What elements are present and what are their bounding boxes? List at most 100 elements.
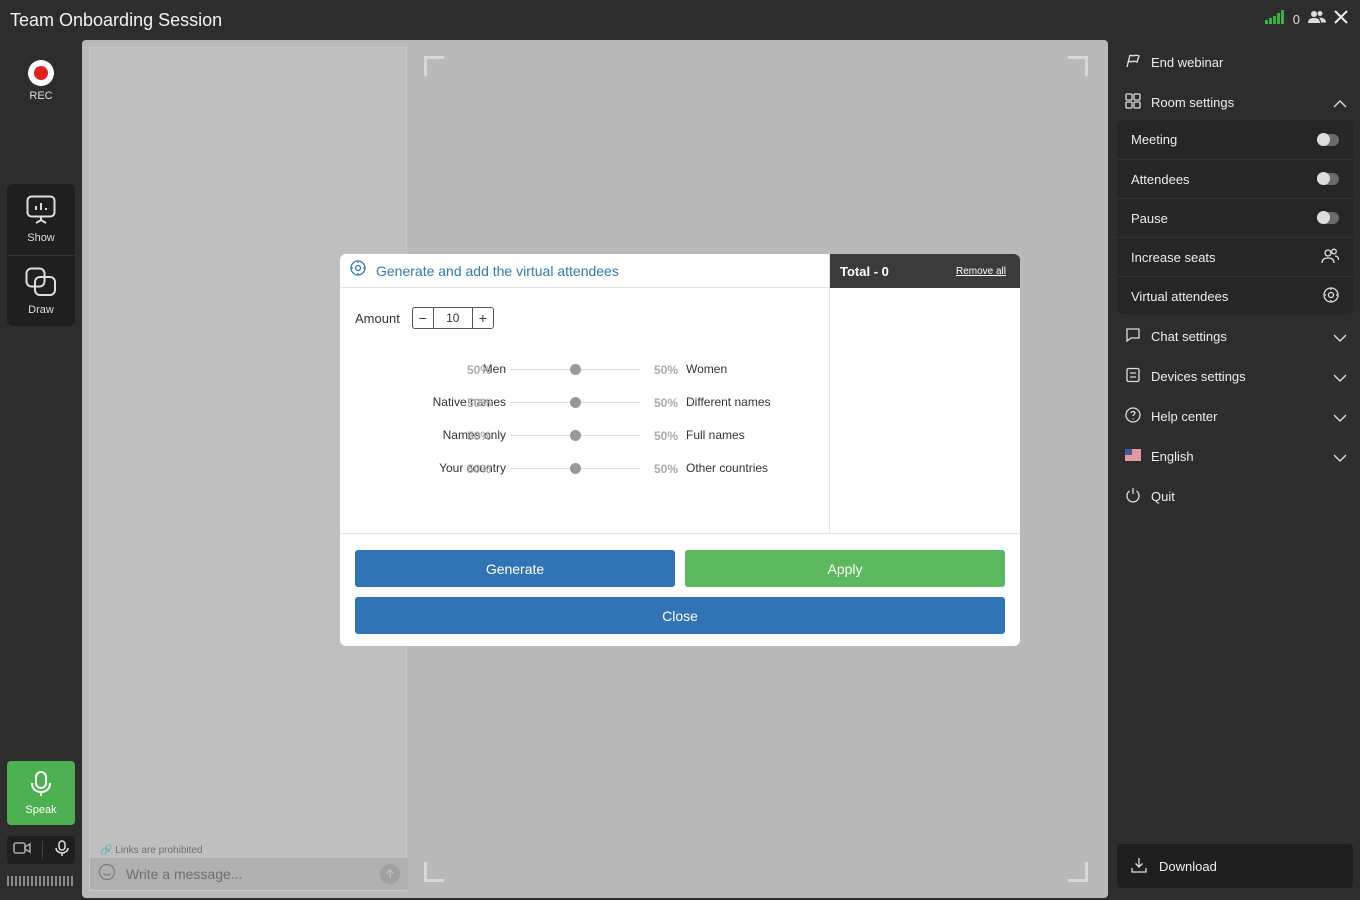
presentation-icon: [26, 195, 56, 228]
speak-button[interactable]: Speak: [7, 761, 75, 825]
ratio-right-percent: 50%: [654, 429, 679, 443]
ratio-right-label: Different names: [686, 395, 771, 409]
chevron-down-icon: [1333, 370, 1347, 385]
devices-icon: [1125, 367, 1141, 386]
dialog-title: Generate and add the virtual attendees: [376, 262, 619, 279]
chevron-down-icon: [1333, 450, 1347, 465]
ratio-right-label: Other countries: [686, 461, 769, 475]
frame-corner: [424, 56, 444, 76]
close-icon[interactable]: [1334, 10, 1348, 29]
record-label: REC: [29, 90, 53, 102]
apply-button[interactable]: Apply: [685, 550, 1005, 587]
download-button[interactable]: Download: [1117, 844, 1353, 888]
record-button[interactable]: REC: [24, 60, 58, 102]
amount-value[interactable]: 10: [432, 308, 473, 328]
draw-icon: [25, 267, 57, 300]
increase-seats-button[interactable]: Increase seats: [1117, 237, 1353, 276]
frame-corner: [1068, 56, 1088, 76]
help-icon: [1125, 406, 1141, 426]
message-input[interactable]: [126, 866, 370, 882]
help-center-toggle[interactable]: Help center: [1117, 396, 1353, 436]
pause-setting: Pause: [1117, 198, 1353, 237]
participants-icon[interactable]: [1308, 10, 1326, 29]
top-bar: Team Onboarding Session 0: [0, 0, 1360, 40]
ratio-slider[interactable]: [510, 463, 640, 474]
arrow-up-icon: [385, 869, 395, 878]
attendees-setting: Attendees: [1117, 159, 1353, 198]
ratio-row: Native names 50% 50% Different names: [340, 392, 830, 412]
ratio-right-percent: 50%: [654, 396, 679, 410]
message-bar: [90, 858, 408, 890]
chat-settings-toggle[interactable]: Chat settings: [1117, 316, 1353, 356]
dialog-header: Generate and add the virtual attendees: [340, 254, 829, 288]
virtual-attendees-button[interactable]: Virtual attendees: [1117, 276, 1353, 315]
generate-button[interactable]: Generate: [355, 550, 675, 587]
link-icon: 🔗: [100, 845, 113, 856]
pause-toggle[interactable]: [1317, 211, 1339, 224]
slider-thumb[interactable]: [569, 430, 581, 441]
flag-icon: [1125, 53, 1141, 71]
ratio-right-percent: 50%: [654, 462, 679, 476]
camera-icon[interactable]: [13, 841, 31, 860]
ratio-left-percent: 50%: [467, 396, 492, 410]
microphone-icon: [30, 770, 52, 800]
chat-icon: [1125, 327, 1141, 346]
send-button[interactable]: [380, 864, 400, 884]
ratio-right-percent: 50%: [654, 363, 679, 377]
devices-settings-toggle[interactable]: Devices settings: [1117, 356, 1353, 396]
ratio-row: Your country 50% 50% Other countries: [340, 458, 830, 478]
ratio-right-label: Women: [686, 362, 728, 376]
remove-all-link[interactable]: Remove all: [956, 266, 1006, 277]
download-icon: [1131, 857, 1147, 876]
frame-corner: [424, 862, 444, 882]
dialog-footer: Generate Apply Close: [340, 533, 1020, 646]
slider-thumb[interactable]: [569, 397, 581, 408]
quit-button[interactable]: Quit: [1117, 476, 1353, 516]
virtual-attendees-dialog: Generate and add the virtual attendees A…: [340, 254, 1020, 646]
chevron-down-icon: [1333, 410, 1347, 425]
total-header: Total - 0 Remove all: [830, 254, 1020, 288]
draw-button[interactable]: Draw: [7, 255, 75, 326]
frame-corner: [1068, 862, 1088, 882]
language-selector[interactable]: English: [1117, 436, 1353, 476]
total-count: Total - 0: [840, 263, 889, 279]
increment-button[interactable]: +: [473, 308, 493, 328]
end-webinar-button[interactable]: End webinar: [1117, 42, 1353, 82]
meeting-toggle[interactable]: [1317, 132, 1339, 146]
participants-count: 0: [1292, 12, 1300, 27]
audio-level-meter: [7, 876, 75, 886]
show-label: Show: [27, 232, 55, 244]
amount-row: Amount − 10 +: [355, 307, 494, 329]
users-icon: [1321, 248, 1340, 267]
generator-panel: Generate and add the virtual attendees A…: [340, 254, 830, 534]
ratio-right-label: Full names: [686, 428, 745, 442]
ratio-slider[interactable]: [510, 430, 640, 441]
amount-stepper: − 10 +: [411, 307, 494, 329]
left-rail: REC Show Draw Speak: [0, 40, 82, 900]
ratio-slider[interactable]: [510, 364, 640, 375]
session-title: Team Onboarding Session: [10, 10, 223, 30]
close-button[interactable]: Close: [355, 597, 1005, 634]
mic-toggle-icon[interactable]: [55, 839, 69, 861]
slider-thumb[interactable]: [569, 463, 581, 474]
amount-label: Amount: [355, 310, 400, 326]
attendees-toggle[interactable]: [1317, 172, 1339, 185]
virtual-attendees-icon: [1323, 286, 1339, 306]
grid-icon: [1125, 92, 1141, 112]
emoji-icon[interactable]: [98, 863, 116, 886]
virtual-attendees-icon: [350, 260, 366, 281]
show-button[interactable]: Show: [7, 184, 75, 255]
slider-thumb[interactable]: [569, 364, 581, 375]
room-settings-panel: Meeting Attendees Pause Increase seats V…: [1117, 120, 1353, 314]
us-flag-icon: [1125, 448, 1141, 464]
speak-label: Speak: [25, 803, 57, 816]
decrement-button[interactable]: −: [413, 308, 433, 328]
links-note: 🔗 Links are prohibited: [100, 845, 203, 856]
meeting-setting: Meeting: [1117, 120, 1353, 159]
signal-icon: [1264, 10, 1285, 29]
tools-panel: Show Draw: [7, 184, 75, 326]
media-controls: [7, 836, 75, 864]
ratio-slider[interactable]: [510, 397, 640, 408]
room-settings-toggle[interactable]: Room settings: [1117, 82, 1353, 122]
ratio-left-percent: 50%: [467, 429, 492, 443]
